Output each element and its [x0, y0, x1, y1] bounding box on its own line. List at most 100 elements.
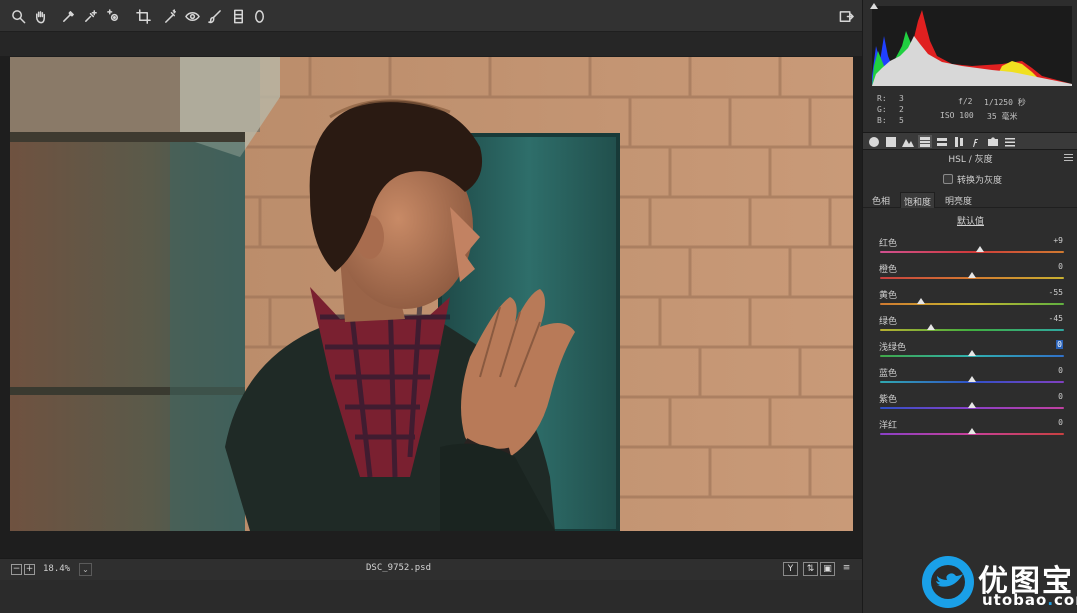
- slider-label: 橙色: [879, 265, 898, 275]
- hand-icon[interactable]: [30, 6, 50, 26]
- tab-basic-aperture-icon[interactable]: [867, 135, 881, 148]
- before-after-toggle-button[interactable]: Y: [783, 562, 798, 576]
- slider-label: 紫色: [879, 395, 898, 405]
- red-eye-icon[interactable]: [182, 6, 202, 26]
- tab-tone-curve-icon[interactable]: [884, 135, 898, 148]
- tab-saturation[interactable]: 饱和度: [900, 192, 936, 208]
- slider-value-field[interactable]: -55: [1015, 288, 1065, 300]
- slider-track[interactable]: [880, 251, 1064, 253]
- slider-thumb[interactable]: [976, 246, 985, 252]
- slider-row: 橙色 0: [863, 262, 1077, 288]
- color-sampler-icon[interactable]: [80, 6, 100, 26]
- slider-row: 浅绿色 0: [863, 340, 1077, 366]
- tab-camera-calibration-icon[interactable]: [986, 135, 1000, 148]
- r-label: R:: [877, 94, 887, 103]
- photo-preview[interactable]: [10, 57, 853, 531]
- g-value: 2: [899, 105, 904, 114]
- b-label: B:: [877, 116, 887, 125]
- panel-tab-bar: [863, 132, 1077, 150]
- zoom-icon[interactable]: [8, 6, 28, 26]
- slider-track[interactable]: [880, 329, 1064, 331]
- crop-icon[interactable]: [133, 6, 153, 26]
- copy-settings-button[interactable]: ▣: [820, 562, 835, 576]
- zoom-out-button[interactable]: −: [11, 564, 22, 575]
- tab-hsl-icon[interactable]: [918, 135, 932, 148]
- zoom-in-button[interactable]: +: [24, 564, 35, 575]
- slider-value-field[interactable]: -45: [1015, 314, 1065, 326]
- slider-thumb[interactable]: [968, 272, 976, 278]
- slider-thumb[interactable]: [968, 376, 976, 382]
- slider-row: 绿色 -45: [863, 314, 1077, 340]
- tab-luminance[interactable]: 明亮度: [942, 194, 975, 207]
- slider-thumb[interactable]: [926, 324, 935, 330]
- histogram-graph: [872, 10, 1072, 86]
- preview-settings-button[interactable]: ≡: [839, 562, 854, 576]
- slider-row: 黄色 -55: [863, 288, 1077, 314]
- tab-lens-icon[interactable]: [952, 135, 966, 148]
- slider-label: 黄色: [879, 291, 898, 301]
- slider-thumb[interactable]: [968, 402, 976, 408]
- exif-aperture: f/2: [958, 97, 973, 106]
- slider-label: 蓝色: [879, 369, 898, 379]
- adjustment-panel: R: 3 G: 2 B: 5 f/2 1/1250 秒 ISO 100 35 毫…: [862, 0, 1077, 613]
- slider-label: 浅绿色: [879, 343, 907, 353]
- slider-thumb[interactable]: [917, 298, 926, 304]
- pixel-readout: R: 3 G: 2 B: 5 f/2 1/1250 秒 ISO 100 35 毫…: [863, 92, 1077, 128]
- adjustment-brush-icon[interactable]: [204, 6, 224, 26]
- tab-split-toning-icon[interactable]: [935, 135, 949, 148]
- slider-value-field[interactable]: 0: [1015, 340, 1065, 352]
- tab-hue[interactable]: 色相: [869, 194, 893, 207]
- graduated-filter-icon[interactable]: [228, 6, 248, 26]
- g-label: G:: [877, 105, 887, 114]
- watermark-url: utobao.com: [982, 591, 1077, 609]
- convert-to-grayscale-checkbox[interactable]: [943, 174, 953, 184]
- tab-presets-sliders-icon[interactable]: [1003, 135, 1017, 148]
- r-value: 3: [899, 94, 904, 103]
- status-bar: − + 18.4% ⌄ DSC_9752.psd Y ⇅ ▣ ≡: [0, 558, 862, 580]
- slider-value-text: 0: [1056, 340, 1063, 349]
- panel-title: HSL / 灰度: [948, 155, 993, 165]
- radial-filter-icon[interactable]: [249, 6, 269, 26]
- spot-removal-icon[interactable]: [160, 6, 180, 26]
- photo-illustration: [10, 57, 853, 531]
- slider-row: 红色 +9: [863, 236, 1077, 262]
- slider-label: 红色: [879, 239, 898, 249]
- hsl-subtabs: 色相 饱和度 明亮度: [863, 192, 1077, 208]
- exif-focal-length: 35 毫米: [987, 112, 1018, 121]
- tab-effects-fx-icon[interactable]: [969, 135, 983, 148]
- slider-label: 洋红: [879, 421, 898, 431]
- file-name: DSC_9752.psd: [366, 563, 432, 573]
- open-fullscreen-icon[interactable]: [836, 6, 856, 26]
- histogram: [872, 6, 1072, 86]
- slider-label: 绿色: [879, 317, 898, 327]
- slider-row: 蓝色 0: [863, 366, 1077, 392]
- slider-thumb[interactable]: [968, 428, 976, 434]
- canvas-top-band: [0, 32, 862, 56]
- b-value: 5: [899, 116, 904, 125]
- bottom-strip: [0, 580, 862, 613]
- tab-detail-mountain-icon[interactable]: [901, 135, 915, 148]
- slider-row: 洋红 0: [863, 418, 1077, 444]
- slider-value-field[interactable]: 0: [1015, 262, 1065, 274]
- slider-track[interactable]: [880, 303, 1064, 305]
- slider-thumb[interactable]: [968, 350, 976, 356]
- exif-iso: ISO 100: [940, 111, 974, 120]
- exif-shutter: 1/1250 秒: [984, 98, 1026, 107]
- slider-value-field[interactable]: 0: [1015, 366, 1065, 378]
- swap-settings-button[interactable]: ⇅: [803, 562, 818, 576]
- bird-icon: [935, 573, 963, 587]
- default-link[interactable]: 默认值: [863, 214, 1077, 227]
- shadow-clipping-warning-icon[interactable]: [870, 3, 878, 9]
- zoom-level-field[interactable]: 18.4%: [40, 562, 76, 577]
- white-balance-icon[interactable]: [58, 6, 78, 26]
- slider-row: 紫色 0: [863, 392, 1077, 418]
- slider-value-field[interactable]: +9: [1015, 236, 1065, 248]
- slider-value-field[interactable]: 0: [1015, 418, 1065, 430]
- image-canvas[interactable]: [0, 32, 862, 558]
- panel-menu-icon[interactable]: [1064, 154, 1073, 161]
- tool-bar: [0, 0, 862, 32]
- slider-value-field[interactable]: 0: [1015, 392, 1065, 404]
- targeted-adjustment-icon[interactable]: [103, 6, 123, 26]
- zoom-dropdown-chevron-icon[interactable]: ⌄: [79, 563, 92, 576]
- convert-to-grayscale-label: 转换为灰度: [957, 176, 1003, 186]
